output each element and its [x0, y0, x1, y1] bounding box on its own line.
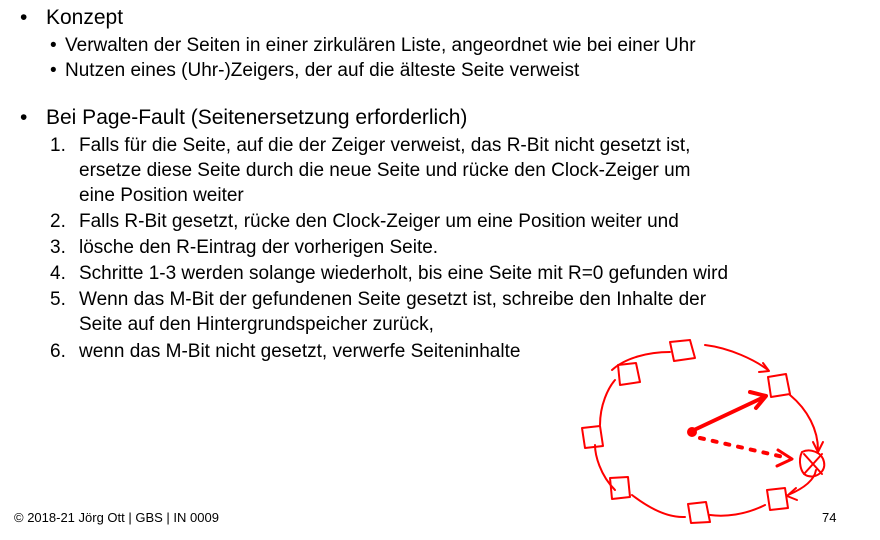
step-number: 5. [50, 289, 66, 310]
footer-copyright: © 2018-21 Jörg Ott | GBS | IN 0009 [14, 510, 219, 525]
step-text: Schritte 1-3 werden solange wiederholt, … [79, 263, 729, 284]
slide: • Konzept • Verwalten der Seiten in eine… [0, 0, 880, 540]
bullet: • [50, 60, 57, 81]
step-text: Wenn das M-Bit der gefundenen Seite gese… [79, 289, 707, 310]
step-text: lösche den R-Eintrag der vorherigen Seit… [79, 237, 439, 258]
sub-bullet-text: Verwalten der Seiten in einer zirkulären… [65, 35, 696, 56]
step-text: ersetze diese Seite durch die neue Seite… [79, 160, 691, 181]
step-number: 2. [50, 211, 66, 232]
bullet: • [20, 106, 28, 129]
step-text: Falls für die Seite, auf die der Zeiger … [79, 135, 691, 156]
clock-sketch-icon [581, 339, 826, 524]
step-text: eine Position weiter [79, 185, 244, 206]
step-number: 1. [50, 135, 66, 156]
bullet: • [50, 35, 57, 56]
section-heading: Konzept [46, 6, 124, 29]
step-text: Falls R-Bit gesetzt, rücke den Clock-Zei… [79, 211, 679, 232]
step-number: 6. [50, 341, 66, 362]
step-text: Seite auf den Hintergrundspeicher zurück… [79, 314, 434, 335]
bullet: • [20, 6, 28, 29]
step-text: wenn das M-Bit nicht gesetzt, verwerfe S… [79, 341, 521, 362]
page-number: 74 [822, 510, 837, 525]
sub-bullet-text: Nutzen eines (Uhr-)Zeigers, der auf die … [65, 60, 580, 81]
step-number: 3. [50, 237, 66, 258]
section-heading: Bei Page-Fault (Seitenersetzung erforder… [46, 106, 468, 129]
step-number: 4. [50, 263, 66, 284]
